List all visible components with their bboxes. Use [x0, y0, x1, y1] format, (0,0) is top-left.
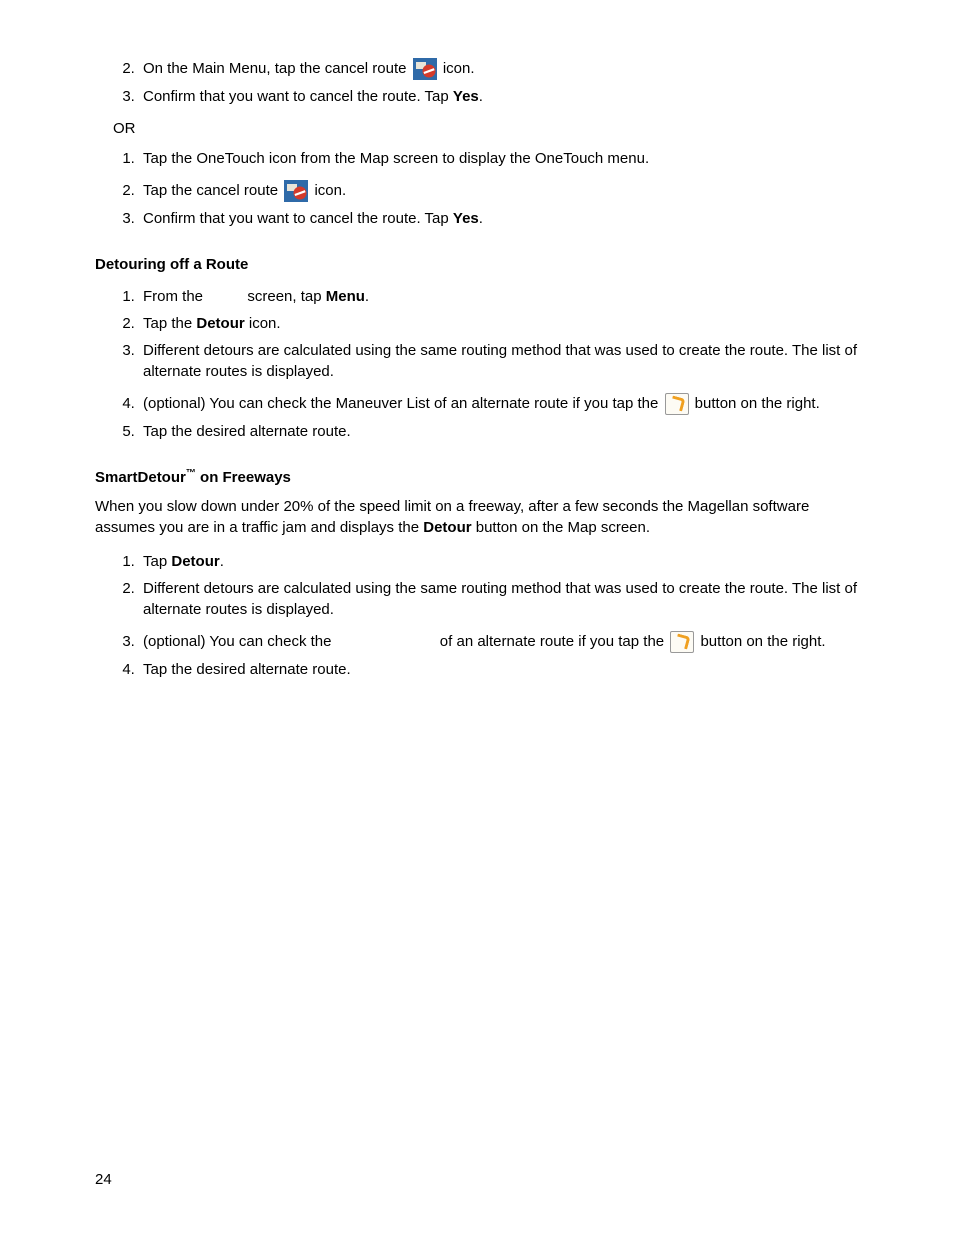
list-item: Different detours are calculated using t…: [139, 575, 864, 623]
list-item: Tap Detour.: [139, 548, 864, 575]
text: button on the right.: [700, 633, 825, 650]
bold-detour: Detour: [423, 519, 471, 536]
maneuver-list-icon: [670, 631, 694, 653]
text: Confirm that you want to cancel the rout…: [143, 210, 453, 227]
list-item: Tap the cancel route icon.: [139, 172, 864, 205]
bold-detour: Detour: [171, 553, 219, 570]
smartdetour-paragraph: When you slow down under 20% of the spee…: [95, 496, 864, 538]
detour-steps: From the screen, tap Menu. Tap the Detou…: [95, 283, 864, 445]
heading-detouring: Detouring off a Route: [95, 254, 864, 275]
text: on Freeways: [196, 469, 291, 486]
list-item: Tap the desired alternate route.: [139, 418, 864, 445]
list-item: Different detours are calculated using t…: [139, 337, 864, 385]
trademark: ™: [186, 468, 196, 479]
smartdetour-steps: Tap Detour. Different detours are calcul…: [95, 548, 864, 683]
list-item: Confirm that you want to cancel the rout…: [139, 205, 864, 232]
cancel-route-icon: [413, 58, 437, 80]
cancel-route-icon: [284, 180, 308, 202]
maneuver-list-icon: [665, 393, 689, 415]
text: icon.: [314, 182, 346, 199]
text: icon.: [245, 315, 281, 332]
list-item: On the Main Menu, tap the cancel route i…: [139, 55, 864, 83]
text: (optional) You can check the: [143, 633, 336, 650]
list-item: Tap the Detour icon.: [139, 310, 864, 337]
text: On the Main Menu, tap the cancel route: [143, 60, 411, 77]
text: button on the Map screen.: [472, 519, 650, 536]
text: .: [365, 288, 369, 305]
text: of an alternate route if you tap the: [436, 633, 669, 650]
list-item: From the screen, tap Menu.: [139, 283, 864, 310]
heading-smartdetour: SmartDetour™ on Freeways: [95, 467, 864, 488]
bold-menu: Menu: [326, 288, 365, 305]
bold-yes: Yes: [453, 210, 479, 227]
document-page: On the Main Menu, tap the cancel route i…: [0, 0, 954, 1235]
text: Tap the cancel route: [143, 182, 282, 199]
list-item: Confirm that you want to cancel the rout…: [139, 83, 864, 110]
text: icon.: [443, 60, 475, 77]
text: .: [479, 88, 483, 105]
list-item: (optional) You can check the Maneuver Li…: [139, 385, 864, 418]
text: Confirm that you want to cancel the rout…: [143, 88, 453, 105]
bold-yes: Yes: [453, 88, 479, 105]
text: From the: [143, 288, 207, 305]
cancel-route-steps-a: On the Main Menu, tap the cancel route i…: [95, 55, 864, 110]
cancel-route-steps-b: Tap the OneTouch icon from the Map scree…: [95, 145, 864, 232]
page-number: 24: [95, 1169, 112, 1190]
text: .: [479, 210, 483, 227]
text: screen, tap: [243, 288, 326, 305]
text: Tap the: [143, 315, 196, 332]
list-item: Tap the desired alternate route.: [139, 656, 864, 683]
text: .: [220, 553, 224, 570]
text: SmartDetour: [95, 469, 186, 486]
or-separator: OR: [113, 118, 864, 139]
list-item: Tap the OneTouch icon from the Map scree…: [139, 145, 864, 172]
list-item: (optional) You can check the of an alter…: [139, 623, 864, 656]
text: button on the right.: [695, 395, 820, 412]
text: (optional) You can check the Maneuver Li…: [143, 395, 663, 412]
bold-detour: Detour: [196, 315, 244, 332]
text: Tap: [143, 553, 171, 570]
